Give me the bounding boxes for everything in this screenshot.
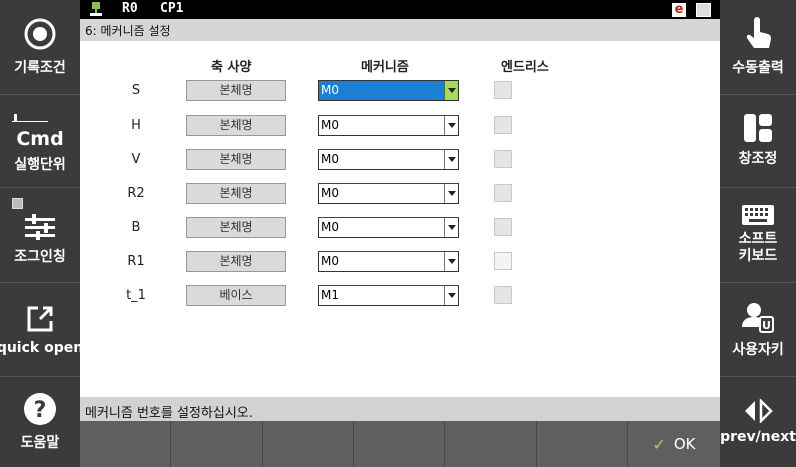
- dropdown-arrow-icon[interactable]: [444, 218, 458, 237]
- soft-keyboard-label-1: 소프트: [738, 231, 778, 247]
- jog-inching-label: 조그인칭: [14, 249, 66, 265]
- dropdown-arrow-icon[interactable]: [444, 184, 458, 203]
- axis-spec-button[interactable]: 본체명: [186, 183, 286, 204]
- endless-checkbox[interactable]: [494, 184, 512, 202]
- header-axis-spec: 축 사양: [211, 60, 252, 75]
- mechanism-select[interactable]: M0: [318, 251, 459, 272]
- quick-open-label: quick open: [0, 339, 84, 356]
- endless-checkbox[interactable]: [494, 150, 512, 168]
- header-endless: 엔드리스: [501, 60, 549, 75]
- manual-output-label: 수동출력: [732, 60, 784, 76]
- function-key-1[interactable]: [80, 421, 171, 467]
- manual-output-button[interactable]: 수동출력: [720, 0, 796, 95]
- ok-button[interactable]: ✓ OK: [628, 421, 720, 467]
- function-key-6[interactable]: [537, 421, 628, 467]
- user-key-label: 사용자키: [732, 341, 784, 358]
- axis-spec-button[interactable]: 본체명: [186, 217, 286, 238]
- mechanism-select[interactable]: M0: [318, 80, 459, 101]
- axis-label: R1: [127, 254, 145, 269]
- robot-indicator: R0: [122, 1, 138, 16]
- user-key-button[interactable]: U 사용자키: [720, 283, 796, 377]
- help-icon: ?: [24, 393, 56, 425]
- dropdown-arrow-icon[interactable]: [444, 286, 458, 305]
- record-condition-label: 기록조건: [14, 60, 66, 76]
- keyboard-icon: [742, 205, 774, 225]
- help-label: 도움말: [20, 435, 60, 451]
- mechanism-select[interactable]: M0: [318, 183, 459, 204]
- quick-open-button[interactable]: quick open: [0, 283, 84, 377]
- svg-text:U: U: [762, 319, 771, 332]
- check-icon: ✓: [652, 434, 666, 454]
- function-key-5[interactable]: [445, 421, 537, 467]
- message-bar: 메커니즘 번호를 설정하십시오.: [80, 397, 720, 421]
- mechanism-select[interactable]: M0: [318, 149, 459, 170]
- dropdown-arrow-icon[interactable]: [444, 81, 458, 100]
- sliders-icon: [25, 214, 55, 240]
- soft-keyboard-button[interactable]: 소프트 키보드: [720, 188, 796, 283]
- endless-checkbox[interactable]: [494, 116, 512, 134]
- robot-icon: [90, 2, 102, 16]
- hand-pointer-icon: [746, 17, 771, 48]
- external-link-icon: [27, 306, 53, 331]
- dropdown-arrow-icon[interactable]: [444, 252, 458, 271]
- jog-indicator: [12, 198, 23, 209]
- axis-spec-button[interactable]: 베이스: [186, 285, 286, 306]
- endless-checkbox[interactable]: [494, 286, 512, 304]
- soft-keyboard-label-2: 키보드: [738, 248, 778, 264]
- status-bar: R0 CP1 e: [80, 0, 720, 19]
- header-mechanism: 메커니즘: [361, 60, 409, 75]
- function-key-bar: ✓ OK: [80, 421, 720, 467]
- axis-spec-button[interactable]: 본체명: [186, 149, 286, 170]
- window-layout-icon: [744, 114, 772, 142]
- mechanism-settings-panel: 축 사양 메커니즘 엔드리스 S 본체명 M0 H 본체명 M0 V 본체명 M…: [80, 41, 720, 397]
- jog-inching-button[interactable]: 조그인칭: [0, 188, 80, 283]
- ok-label: OK: [673, 435, 696, 453]
- endless-checkbox[interactable]: [494, 252, 512, 270]
- battery-icon: [696, 3, 711, 17]
- user-key-icon: U: [742, 302, 774, 333]
- function-key-2[interactable]: [171, 421, 263, 467]
- prev-next-icon: [745, 399, 773, 423]
- page-title: 6: 메커니즘 설정: [80, 19, 720, 41]
- axis-spec-button[interactable]: 본체명: [186, 251, 286, 272]
- record-condition-button[interactable]: 기록조건: [0, 0, 80, 95]
- axis-label: S: [131, 83, 141, 98]
- execution-unit-button[interactable]: Cmd 실행단위: [0, 95, 80, 188]
- right-panel: 수동출력 창조정 소프트 키보드 U 사용자키 prev/next: [720, 0, 796, 467]
- record-circle-icon: [24, 18, 56, 50]
- mechanism-select[interactable]: M0: [318, 115, 459, 136]
- mechanism-select[interactable]: M0: [318, 217, 459, 238]
- axis-spec-button[interactable]: 본체명: [186, 80, 286, 101]
- left-panel: 기록조건 Cmd 실행단위 조그인칭 quick open ? 도움말: [0, 0, 84, 467]
- endless-checkbox[interactable]: [494, 81, 512, 99]
- mechanism-select[interactable]: M1: [318, 285, 459, 306]
- prev-next-label: prev/next: [720, 429, 796, 445]
- dropdown-arrow-icon[interactable]: [444, 150, 458, 169]
- help-button[interactable]: ? 도움말: [0, 377, 80, 467]
- axis-label: R2: [127, 186, 145, 201]
- cmd-icon: Cmd: [10, 108, 70, 150]
- execution-unit-label: 실행단위: [14, 157, 66, 173]
- svg-text:?: ?: [34, 398, 47, 423]
- controller-indicator: CP1: [160, 1, 184, 16]
- mode-badge: e: [672, 3, 686, 17]
- axis-label: V: [131, 152, 141, 167]
- dropdown-arrow-icon[interactable]: [444, 116, 458, 135]
- axis-label: B: [131, 220, 141, 235]
- function-key-4[interactable]: [354, 421, 445, 467]
- axis-label: H: [131, 118, 141, 133]
- axis-label: t_1: [126, 288, 146, 303]
- function-key-3[interactable]: [263, 421, 354, 467]
- axis-spec-button[interactable]: 본체명: [186, 115, 286, 136]
- endless-checkbox[interactable]: [494, 218, 512, 236]
- window-adjust-label: 창조정: [738, 151, 778, 167]
- window-adjust-button[interactable]: 창조정: [720, 95, 796, 188]
- prev-next-button[interactable]: prev/next: [720, 377, 796, 467]
